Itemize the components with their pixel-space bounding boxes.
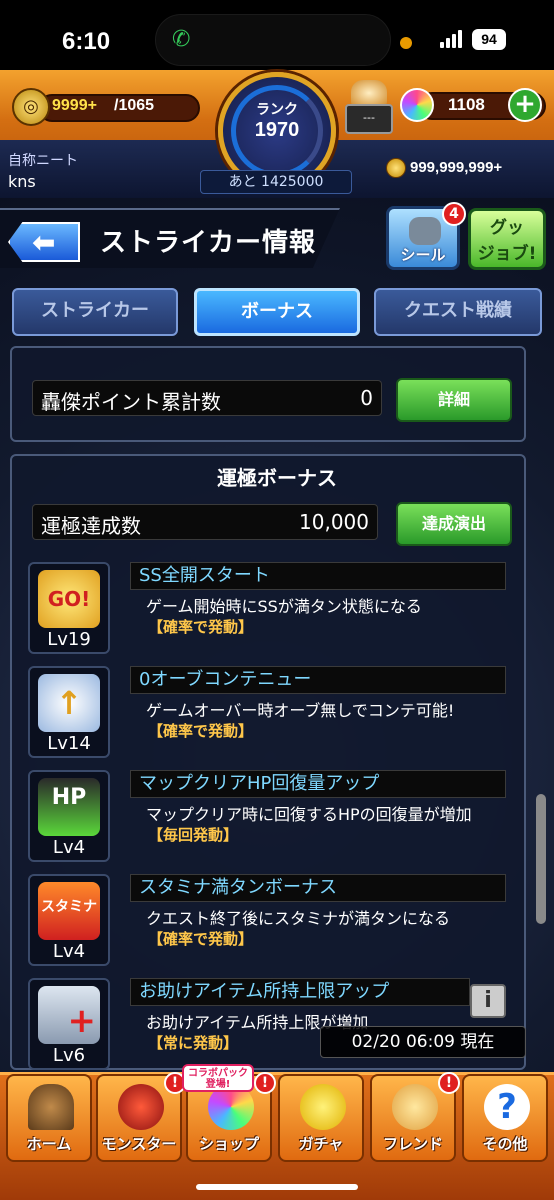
coin-count: 999,999,999+ bbox=[410, 159, 503, 176]
scrollbar[interactable] bbox=[536, 794, 546, 924]
tab-quest-record[interactable]: クエスト戦績 bbox=[374, 288, 542, 336]
points-label: 轟傑ポイント累計数 bbox=[41, 390, 221, 414]
orb-count: 1108 bbox=[448, 95, 485, 114]
bonus-title: SS全開スタート bbox=[130, 562, 506, 590]
bonus-level: Lv19 bbox=[47, 629, 91, 650]
nav-shop-label: ショップ bbox=[198, 1135, 259, 1153]
bonus-item[interactable]: HP Lv4 マップクリアHP回復量アップ マップクリア時に回復するHPの回復量… bbox=[28, 770, 508, 870]
rank-label: ランク bbox=[256, 102, 298, 118]
alert-badge: ! bbox=[254, 1072, 276, 1094]
home-indicator bbox=[196, 1184, 358, 1190]
points-row: 轟傑ポイント累計数 0 bbox=[32, 380, 382, 416]
bonus-desc: ゲームオーバー時オーブ無しでコンテ可能! bbox=[146, 701, 455, 720]
robot-value: --- bbox=[345, 104, 393, 134]
bonus-item[interactable]: GO! Lv19 SS全開スタート ゲーム開始時にSSが満タン状態になる 【確率… bbox=[28, 562, 508, 662]
luck-count-row: 運極達成数 10,000 bbox=[32, 504, 378, 540]
monster-icon bbox=[118, 1084, 164, 1130]
bonus-desc: マップクリア時に回復するHPの回復量が増加 bbox=[146, 805, 472, 824]
achievement-effect-button[interactable]: 達成演出 bbox=[396, 502, 512, 546]
bonus-condition: 【毎回発動】 bbox=[148, 826, 239, 844]
bonus-condition: 【常に発動】 bbox=[148, 1034, 239, 1052]
bonus-item[interactable]: ↑ Lv14 0オーブコンテニュー ゲームオーバー時オーブ無しでコンテ可能! 【… bbox=[28, 666, 508, 766]
nav-home-label: ホーム bbox=[26, 1135, 72, 1153]
go-icon: GO! bbox=[38, 570, 100, 628]
battery-icon: 94 bbox=[472, 29, 506, 50]
nav-other[interactable]: ? その他 bbox=[462, 1074, 548, 1162]
bonus-condition: 【確率で発動】 bbox=[148, 618, 254, 636]
dynamic-island: ✆ bbox=[155, 14, 412, 66]
hp-up-icon: HP bbox=[38, 778, 100, 836]
stamina-current: 9999+ bbox=[52, 97, 97, 114]
bonus-desc: クエスト終了後にスタミナが満タンになる bbox=[146, 909, 451, 928]
tab-bonus[interactable]: ボーナス bbox=[194, 288, 360, 336]
back-arrow-icon: ⬅ bbox=[32, 226, 56, 259]
back-button[interactable]: ⬅ bbox=[8, 222, 80, 262]
status-time: 6:10 bbox=[62, 28, 111, 55]
bonus-level: Lv14 bbox=[47, 733, 91, 754]
timestamp: 02/20 06:09 現在 bbox=[320, 1026, 526, 1058]
tab-striker[interactable]: ストライカー bbox=[12, 288, 178, 336]
bonus-title: 0オーブコンテニュー bbox=[130, 666, 506, 694]
robot-head bbox=[351, 80, 387, 106]
gacha-icon bbox=[300, 1084, 346, 1130]
coin-icon bbox=[386, 158, 406, 178]
points-value: 0 bbox=[360, 386, 373, 410]
bonus-icon-frame: GO! Lv19 bbox=[28, 562, 110, 654]
wing-arrow-icon: ↑ bbox=[38, 674, 100, 732]
rank-value: 1970 bbox=[254, 119, 300, 141]
nav-home[interactable]: ホーム bbox=[6, 1074, 92, 1162]
friend-icon bbox=[392, 1084, 438, 1130]
nickname-title: 自称ニート bbox=[8, 153, 78, 169]
other-icon: ? bbox=[484, 1084, 530, 1130]
home-icon bbox=[28, 1084, 74, 1130]
bonus-icon-frame: + Lv6 bbox=[28, 978, 110, 1070]
bonus-condition: 【確率で発動】 bbox=[148, 930, 254, 948]
page-title: ストライカー情報 bbox=[100, 228, 317, 258]
bonus-title: スタミナ満タンボーナス bbox=[130, 874, 506, 902]
add-orb-button[interactable]: + bbox=[508, 88, 542, 122]
camera-dot-icon bbox=[400, 37, 412, 49]
nav-friend[interactable]: フレンド ! bbox=[370, 1072, 460, 1162]
orb-icon bbox=[400, 88, 434, 122]
stamina-icon: スタミナ bbox=[38, 882, 100, 940]
bonus-icon-frame: ↑ Lv14 bbox=[28, 666, 110, 758]
signal-icon bbox=[440, 30, 464, 48]
luck-count-label: 運極達成数 bbox=[41, 514, 141, 538]
robot-icon[interactable]: --- bbox=[345, 80, 393, 134]
nav-gacha-label: ガチャ bbox=[298, 1135, 344, 1153]
bonus-icon-frame: スタミナ Lv4 bbox=[28, 874, 110, 966]
nav-friend-label: フレンド bbox=[382, 1135, 443, 1153]
bonus-desc: ゲーム開始時にSSが満タン状態になる bbox=[146, 597, 422, 616]
bonus-level: Lv4 bbox=[52, 941, 86, 962]
bonus-title: お助けアイテム所持上限アップ bbox=[130, 978, 470, 1006]
phone-icon: ✆ bbox=[172, 27, 191, 52]
status-bar: 6:10 ✆ 94 bbox=[0, 0, 554, 70]
rank-next: あと 1425000 bbox=[200, 170, 352, 194]
item-plus-icon: + bbox=[38, 986, 100, 1044]
luck-count-value: 10,000 bbox=[299, 510, 369, 534]
seal-label: シール bbox=[400, 246, 446, 264]
bonus-title: マップクリアHP回復量アップ bbox=[130, 770, 506, 798]
luck-bonus-title: 運極ボーナス bbox=[217, 466, 337, 490]
alert-badge: ! bbox=[438, 1072, 460, 1094]
stamina-icon: ◎ bbox=[12, 88, 50, 126]
nav-other-label: その他 bbox=[482, 1135, 528, 1153]
stamina-display[interactable]: ◎ 9999+ /1065 bbox=[12, 88, 200, 126]
nav-gacha[interactable]: ガチャ bbox=[278, 1074, 364, 1162]
bonus-icon-frame: HP Lv4 bbox=[28, 770, 110, 862]
points-detail-button[interactable]: 詳細 bbox=[396, 378, 512, 422]
bonus-level: Lv4 bbox=[52, 837, 86, 858]
nav-monster-label: モンスター bbox=[101, 1135, 177, 1153]
bonus-item[interactable]: スタミナ Lv4 スタミナ満タンボーナス クエスト終了後にスタミナが満タンになる… bbox=[28, 874, 508, 974]
good-job-button[interactable]: グッ ジョブ! bbox=[468, 208, 546, 270]
nav-monster[interactable]: モンスター ! bbox=[96, 1072, 186, 1162]
dragon-face-icon bbox=[409, 217, 441, 245]
stamina-max: /1065 bbox=[114, 97, 155, 114]
bonus-level: Lv6 bbox=[52, 1045, 86, 1066]
bonus-condition: 【確率で発動】 bbox=[148, 722, 254, 740]
collab-pack-banner[interactable]: コラボパック 登場! bbox=[182, 1064, 254, 1092]
info-button[interactable]: i bbox=[470, 984, 506, 1018]
seal-badge: 4 bbox=[442, 202, 466, 226]
username: kns bbox=[8, 172, 36, 191]
